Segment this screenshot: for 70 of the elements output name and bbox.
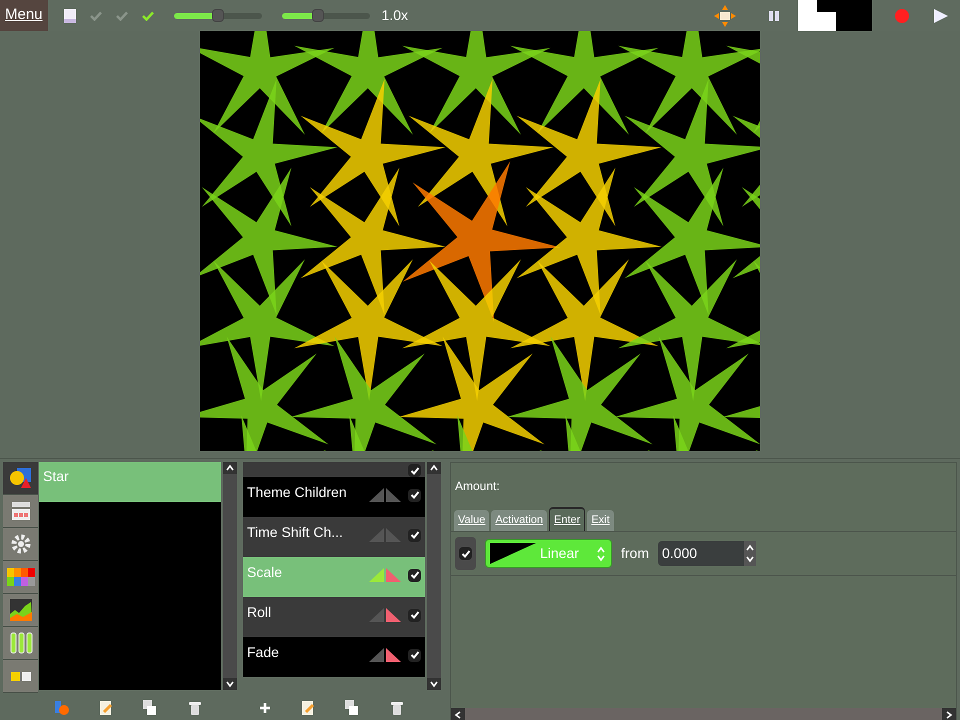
slider-thumb[interactable] (312, 8, 324, 22)
side-tab[interactable] (3, 594, 38, 627)
tab[interactable]: Activation (491, 510, 548, 531)
tab[interactable]: Exit (587, 510, 614, 531)
edit-icon[interactable] (99, 700, 113, 716)
scroll-up-icon[interactable] (226, 464, 234, 472)
tab[interactable]: Enter (549, 507, 586, 531)
effect-row[interactable]: Time Shift Ch... (243, 517, 425, 557)
menu-button[interactable]: Menu (0, 0, 48, 31)
horizontal-scrollbar[interactable] (451, 708, 956, 720)
bars-icon (8, 631, 32, 655)
slider-thumb[interactable] (212, 8, 224, 22)
checkbox[interactable] (408, 488, 421, 502)
checkbox[interactable] (408, 528, 421, 542)
exit-triangle-icon[interactable] (386, 487, 402, 503)
side-tab[interactable] (3, 561, 38, 594)
speed-label: 1.0x (382, 6, 408, 25)
from-input-field[interactable]: 0.000 (658, 541, 756, 566)
scroll-left-icon[interactable] (454, 711, 462, 719)
checkbox[interactable] (408, 568, 421, 582)
check-icon[interactable] (116, 10, 128, 20)
pause-icon[interactable] (768, 10, 780, 22)
checkbox[interactable] (408, 464, 421, 477)
check-icon[interactable] (90, 10, 102, 20)
exit-triangle-icon[interactable] (386, 607, 402, 623)
palette-icon (6, 568, 34, 586)
effect-label: Roll (247, 603, 272, 622)
effect-label: Fade (247, 643, 280, 662)
side-tab[interactable] (3, 462, 38, 495)
side-tab[interactable] (3, 660, 38, 693)
scroll-right-icon[interactable] (945, 711, 953, 719)
duplicate-icon[interactable] (345, 700, 359, 716)
duplicate-icon[interactable] (143, 700, 157, 716)
play-icon[interactable] (934, 8, 948, 22)
scroll-down-icon[interactable] (430, 680, 438, 688)
spinner-icon[interactable] (744, 541, 756, 566)
edit-icon[interactable] (301, 700, 315, 716)
delete-icon[interactable] (189, 701, 201, 715)
enable-checkbox[interactable] (459, 547, 472, 560)
enter-triangle-icon[interactable] (368, 487, 384, 503)
delete-icon[interactable] (391, 701, 403, 715)
exit-triangle-icon[interactable] (386, 647, 402, 663)
shapes-icon (8, 466, 32, 490)
checkbox[interactable] (408, 648, 421, 662)
side-tab[interactable] (3, 495, 38, 528)
effect-label: Theme Children (247, 483, 348, 502)
save-icon[interactable] (64, 8, 76, 22)
from-label: from (621, 544, 649, 563)
linear-curve-icon (490, 543, 536, 564)
amount-label: Amount: (455, 478, 501, 495)
add-icon[interactable] (259, 702, 271, 714)
effects-scrollbar[interactable] (427, 462, 441, 690)
layers-scrollbar[interactable] (223, 462, 237, 690)
effect-row[interactable]: Theme Children (243, 477, 425, 517)
checkbox[interactable] (408, 608, 421, 622)
side-tab[interactable] (3, 627, 38, 660)
side-tab[interactable] (3, 528, 38, 561)
dropdown-arrows-icon (597, 546, 605, 562)
effect-row[interactable]: Roll (243, 597, 425, 637)
move-icon[interactable] (714, 4, 736, 26)
settings-icon (8, 532, 32, 556)
effect-label: Scale (247, 563, 284, 582)
tab[interactable]: Value (454, 510, 490, 531)
effect-row[interactable]: Fade (243, 637, 425, 677)
effect-label: Time Shift Ch... (247, 523, 344, 542)
enter-triangle-icon[interactable] (368, 647, 384, 663)
scroll-up-icon[interactable] (430, 464, 438, 472)
check-icon[interactable] (142, 10, 154, 20)
scroll-down-icon[interactable] (226, 680, 234, 688)
chart-icon (8, 598, 32, 622)
